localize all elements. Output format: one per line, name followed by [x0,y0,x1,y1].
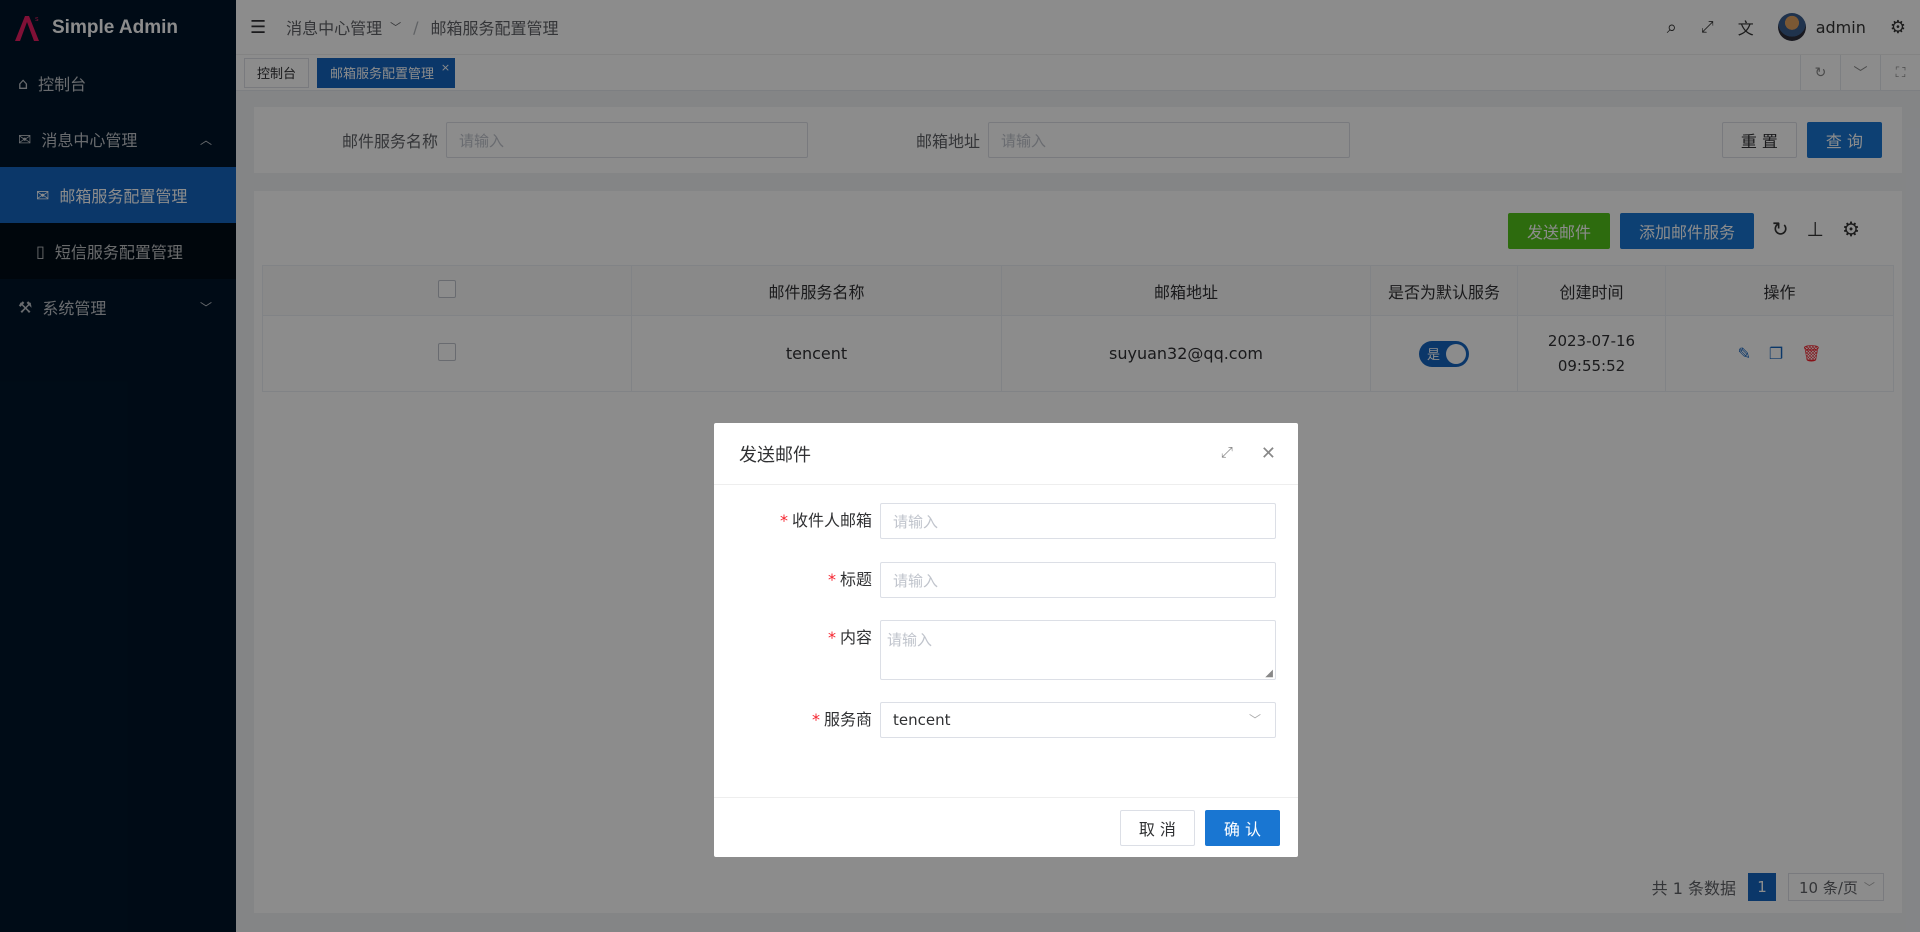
required-mark: * [827,570,836,589]
close-icon[interactable]: ✕ [1261,443,1276,464]
placeholder: 请输入 [893,512,939,531]
placeholder: 请输入 [887,631,933,649]
content-textarea[interactable]: 请输入 ◢ [880,620,1276,680]
field-label-text: 收件人邮箱 [791,511,872,530]
required-mark: * [779,511,788,530]
field-label: * 服务商 [714,702,880,738]
send-email-dialog: 发送邮件 ⤢ ✕ * 收件人邮箱 请输入 * 标题 请输入 * 内容 请输入 ◢ * 服务… [714,423,1298,857]
select-value: tencent [893,711,951,729]
resize-handle-icon[interactable]: ◢ [1265,668,1273,679]
dialog-title: 发送邮件 [739,444,811,466]
field-label: * 内容 [714,620,880,656]
placeholder: 请输入 [893,571,939,590]
field-label: * 收件人邮箱 [714,503,880,539]
field-label: * 标题 [714,562,880,598]
form-row-content: * 内容 请输入 ◢ [714,620,1298,680]
expand-icon[interactable]: ⤢ [1221,443,1233,464]
dialog-footer: 取 消 确 认 [714,797,1298,857]
form-row-recipient: * 收件人邮箱 请输入 [714,503,1298,539]
field-label-text: 内容 [839,628,872,647]
field-label-text: 服务商 [823,710,872,729]
required-mark: * [811,710,820,729]
confirm-button[interactable]: 确 认 [1204,810,1280,846]
form-row-subject: * 标题 请输入 [714,562,1298,598]
chevron-down-icon: ﹀ [1248,713,1261,727]
dialog-header: 发送邮件 [714,423,1298,485]
form-row-provider: * 服务商 tencent ﹀ [714,702,1298,738]
provider-select[interactable]: tencent ﹀ [880,702,1276,738]
dialog-header-actions: ⤢ ✕ [1221,443,1276,464]
cancel-button[interactable]: 取 消 [1119,810,1195,846]
field-label-text: 标题 [839,570,872,589]
subject-input[interactable]: 请输入 [880,562,1276,598]
recipient-email-input[interactable]: 请输入 [880,503,1276,539]
required-mark: * [827,628,836,647]
